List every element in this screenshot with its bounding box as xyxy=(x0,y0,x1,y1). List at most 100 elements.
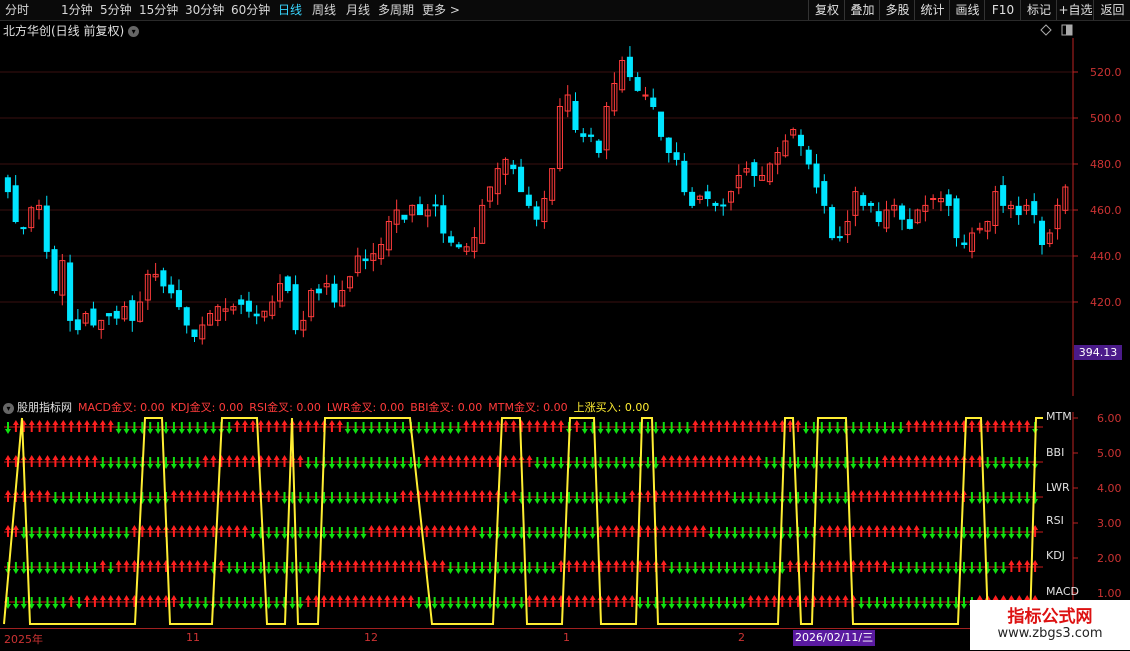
toolbar-button[interactable]: F10 xyxy=(984,0,1021,20)
up-arrow-icon xyxy=(84,455,91,467)
indicator-chart[interactable]: 6.00 5.00 4.00 3.00 2.00 1.00 MTM BBI LWR RSI KDJ M… xyxy=(0,412,1130,628)
down-arrow-icon xyxy=(731,492,738,504)
down-arrow-icon xyxy=(328,457,335,469)
up-arrow-icon xyxy=(60,420,67,432)
up-arrow-icon xyxy=(684,490,691,502)
up-arrow-icon xyxy=(747,420,754,432)
period-tab[interactable]: 多周期 xyxy=(378,2,414,18)
down-arrow-icon xyxy=(1008,527,1015,539)
down-arrow-icon xyxy=(407,457,414,469)
up-arrow-icon xyxy=(400,595,407,607)
period-tab[interactable]: 月线 xyxy=(346,2,370,18)
candle-body xyxy=(867,202,874,206)
chevron-down-icon[interactable]: ▾ xyxy=(128,26,140,37)
down-arrow-icon xyxy=(218,597,225,609)
up-arrow-icon xyxy=(629,595,636,607)
down-arrow-icon xyxy=(439,422,446,434)
period-tab[interactable]: 15分钟 xyxy=(139,2,178,18)
period-tab[interactable]: 日线 xyxy=(278,2,302,18)
down-arrow-icon xyxy=(44,527,51,539)
down-arrow-icon xyxy=(953,562,960,574)
toolbar-button[interactable]: 标记 xyxy=(1020,0,1057,20)
down-arrow-icon xyxy=(502,527,509,539)
down-arrow-icon xyxy=(36,597,43,609)
candle-body xyxy=(51,249,58,291)
up-arrow-icon xyxy=(91,595,98,607)
down-arrow-icon xyxy=(905,597,912,609)
up-arrow-icon xyxy=(668,455,675,467)
period-tab[interactable]: 60分钟 xyxy=(231,2,270,18)
up-arrow-icon xyxy=(36,420,43,432)
down-arrow-icon xyxy=(589,492,596,504)
up-arrow-icon xyxy=(605,525,612,537)
up-arrow-icon xyxy=(534,595,541,607)
up-arrow-icon xyxy=(12,420,19,432)
up-arrow-icon xyxy=(400,525,407,537)
down-arrow-icon xyxy=(542,527,549,539)
up-arrow-icon xyxy=(621,560,628,572)
candle-body xyxy=(673,152,680,160)
diamond-icon[interactable] xyxy=(1040,24,1052,36)
down-arrow-icon xyxy=(479,597,486,609)
down-arrow-icon xyxy=(360,527,367,539)
price-axis-label: 480.0 xyxy=(1090,158,1122,171)
indicator-axis-label: 1.00 xyxy=(1097,587,1122,600)
down-arrow-icon xyxy=(242,597,249,609)
toolbar-button[interactable]: 多股 xyxy=(879,0,915,20)
down-arrow-icon xyxy=(1000,457,1007,469)
period-tab[interactable]: 30分钟 xyxy=(185,2,224,18)
down-arrow-icon xyxy=(550,457,557,469)
toolbar-button[interactable]: 复权 xyxy=(808,0,845,20)
up-arrow-icon xyxy=(139,595,146,607)
down-arrow-icon xyxy=(68,562,75,574)
up-arrow-icon xyxy=(218,525,225,537)
down-arrow-icon xyxy=(249,597,256,609)
candle-body xyxy=(1038,220,1046,246)
candle-body xyxy=(797,134,805,147)
candlestick-chart[interactable]: 520.0 500.0 480.0 460.0 440.0 420.0 xyxy=(0,38,1130,396)
period-tab[interactable]: 更多 > xyxy=(422,2,460,18)
up-arrow-icon xyxy=(510,490,517,502)
up-arrow-icon xyxy=(447,455,454,467)
up-arrow-icon xyxy=(99,560,106,572)
period-tab[interactable]: 分时 xyxy=(5,2,29,18)
down-arrow-icon xyxy=(431,422,438,434)
up-arrow-icon xyxy=(700,525,707,537)
date-label: 11 xyxy=(186,631,200,644)
toolbar-button[interactable]: +自选 xyxy=(1056,0,1094,20)
period-tab[interactable]: 周线 xyxy=(312,2,336,18)
down-arrow-icon xyxy=(202,597,209,609)
down-arrow-icon xyxy=(984,492,991,504)
toolbar-button[interactable]: 画线 xyxy=(949,0,985,20)
period-tab[interactable]: 1分钟 xyxy=(61,2,93,18)
down-arrow-icon xyxy=(739,527,746,539)
date-label: 1 xyxy=(563,631,570,644)
down-arrow-icon xyxy=(984,457,991,469)
chart-title: 北方华创(日线 前复权) ▾ xyxy=(3,22,140,39)
period-tab[interactable]: 5分钟 xyxy=(100,2,132,18)
down-arrow-icon xyxy=(866,597,873,609)
up-arrow-icon xyxy=(328,595,335,607)
down-arrow-icon xyxy=(439,597,446,609)
up-arrow-icon xyxy=(905,490,912,502)
up-arrow-icon xyxy=(629,525,636,537)
up-arrow-icon xyxy=(629,560,636,572)
toolbar-button[interactable]: 统计 xyxy=(914,0,950,20)
up-arrow-icon xyxy=(265,420,272,432)
up-arrow-icon xyxy=(384,560,391,572)
down-arrow-icon xyxy=(747,562,754,574)
down-arrow-icon xyxy=(415,422,422,434)
toolbar-button[interactable]: 返回 xyxy=(1093,0,1130,20)
down-arrow-icon xyxy=(400,457,407,469)
down-arrow-icon xyxy=(716,527,723,539)
toolbar-button[interactable]: 叠加 xyxy=(844,0,880,20)
down-arrow-icon xyxy=(115,492,122,504)
down-arrow-icon xyxy=(1024,492,1031,504)
up-arrow-icon xyxy=(945,420,952,432)
down-arrow-icon xyxy=(12,562,19,574)
up-arrow-icon xyxy=(178,490,185,502)
up-arrow-icon xyxy=(739,455,746,467)
down-arrow-icon xyxy=(392,422,399,434)
up-arrow-icon xyxy=(771,420,778,432)
down-arrow-icon xyxy=(668,597,675,609)
